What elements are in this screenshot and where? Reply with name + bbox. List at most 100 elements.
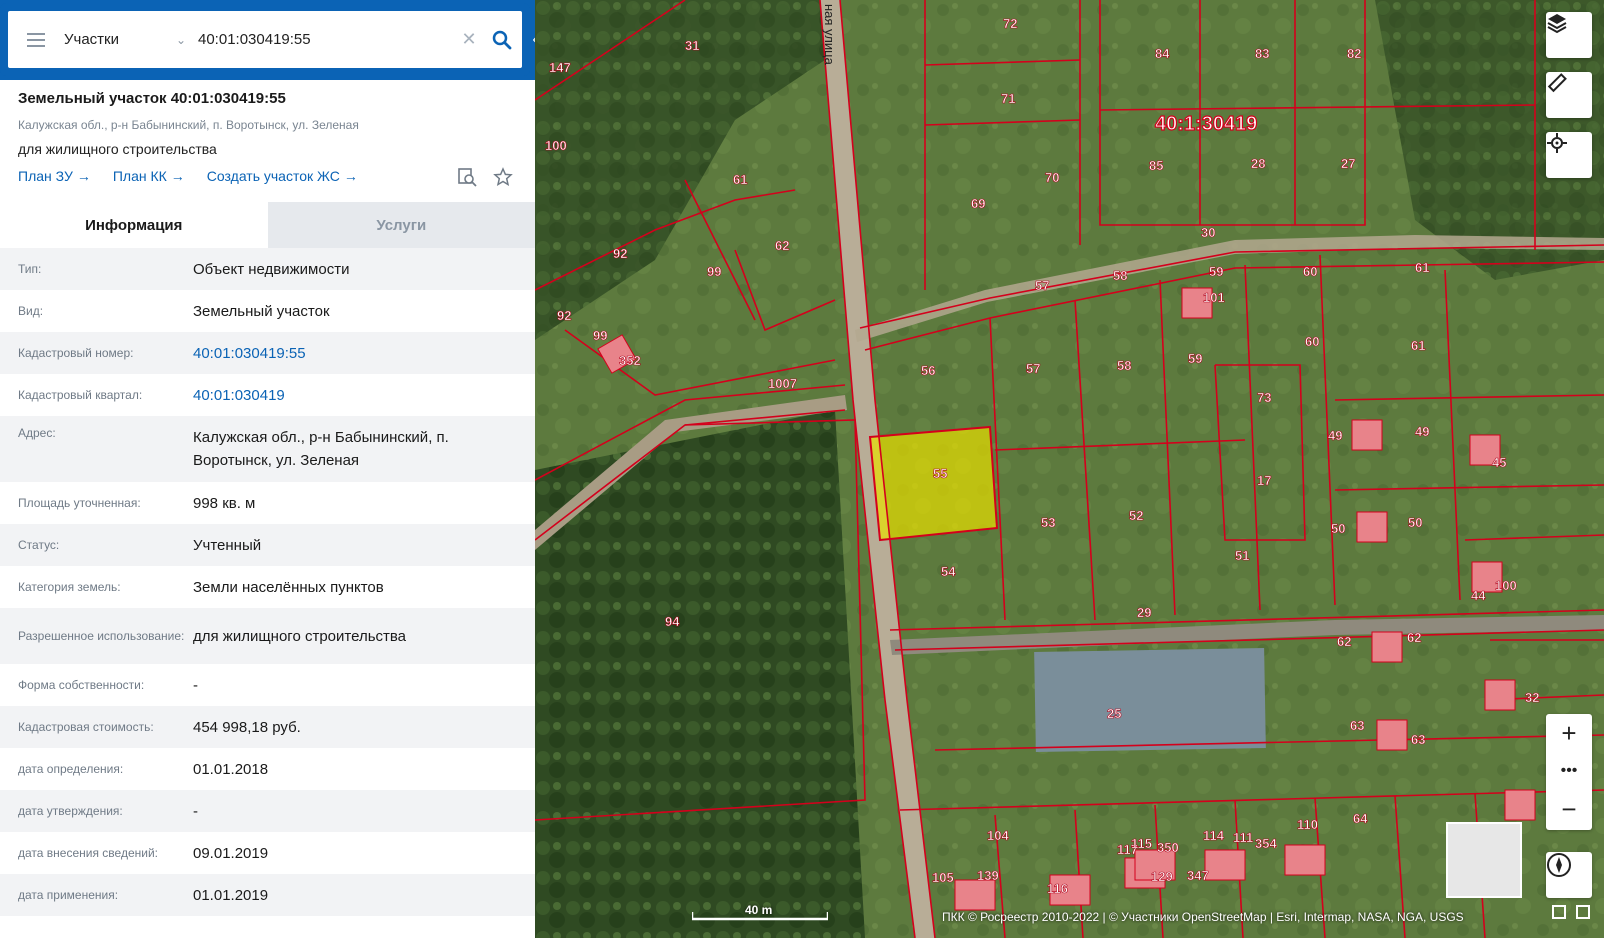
favorite-star-icon[interactable] [493, 167, 513, 187]
parcel-label: 57 [1035, 278, 1049, 293]
bottom-map-icons [1552, 905, 1590, 919]
object-address: Калужская обл., р-н Бабынинский, п. Воро… [18, 118, 359, 132]
parcel-label: 92 [557, 308, 571, 323]
compass-icon [1547, 853, 1571, 877]
object-links: План ЗУ → План КК → Создать участок ЖС → [18, 168, 358, 184]
parcel-label: 27 [1341, 156, 1355, 171]
parcel-label: 69 [971, 196, 985, 211]
parcel-label: 60 [1305, 334, 1319, 349]
minimap[interactable] [1446, 822, 1522, 898]
zoom-to-object-icon[interactable] [457, 167, 477, 187]
cadastral-number-link[interactable]: 40:01:030419:55 [193, 342, 517, 365]
info-row: Кадастровый квартал: 40:01:030419 [0, 374, 535, 416]
scale-label: 40 m [745, 903, 773, 917]
parcel-label: 110 [1297, 817, 1318, 832]
clear-icon[interactable]: ✕ [456, 29, 482, 50]
satellite-map[interactable]: 40:1:30419 ная улица 72 84 83 82 71 70 69 85 28 2… [535, 0, 1604, 938]
parcel-label: 116 [1047, 881, 1068, 896]
more-icon[interactable]: ••• [1546, 752, 1592, 790]
plan-zu-link[interactable]: План ЗУ → [18, 168, 91, 184]
info-row: Форма собственности: - [18, 676, 198, 694]
parcel-label: 129 [1151, 869, 1173, 884]
parcel-label: 147 [549, 60, 571, 75]
parcel-label: 99 [593, 328, 607, 343]
search-icon [492, 30, 512, 49]
layer-select[interactable]: Участки ⌄ [64, 11, 192, 68]
quarter-label: 40:1:30419 [1155, 113, 1257, 135]
parcel-label: 54 [941, 564, 956, 579]
parcel-label: 52 [1129, 508, 1143, 523]
cadastral-quarter-link[interactable]: 40:01:030419 [193, 384, 517, 407]
plan-kk-link[interactable]: План КК → [113, 168, 185, 184]
layer-select-value: Участки [64, 31, 119, 48]
parcel-label: 61 [733, 172, 747, 187]
parcel-label: 51 [1235, 548, 1249, 563]
parcel-label: 53 [1041, 515, 1055, 530]
layers-icon [1547, 14, 1567, 34]
parcel-label: 84 [1155, 46, 1170, 61]
map-view[interactable]: 40:1:30419 ная улица 72 84 83 82 71 70 69 85 28 2… [535, 0, 1604, 938]
parcel-label: 111 [1233, 830, 1253, 845]
parcel-label: 61 [1415, 260, 1429, 275]
parcel-label: 72 [1003, 16, 1017, 31]
parcel-label: 59 [1188, 351, 1202, 366]
parcel-label: 105 [932, 870, 954, 885]
hamburger-icon [27, 38, 45, 41]
parcel-label: 59 [1209, 264, 1223, 279]
info-row: Категория земель: Земли населённых пункто… [18, 578, 384, 596]
info-row: Кадастровый номер: 40:01:030419:55 [0, 332, 535, 374]
parcel-label: 60 [1303, 264, 1317, 279]
parcel-label: 139 [977, 868, 999, 883]
info-row: Тип: Объект недвижимости [0, 248, 535, 290]
parcel-label: 92 [613, 246, 627, 261]
parcel-label: 62 [1337, 634, 1351, 649]
collapse-panel-button[interactable]: ‹ [527, 26, 535, 54]
search-input[interactable] [192, 11, 456, 68]
info-table: Тип: Объект недвижимости Вид: Земельный уч… [0, 248, 535, 916]
parcel-label: 114 [1203, 828, 1225, 843]
parcel-label: 50 [1408, 515, 1422, 530]
layers-button[interactable] [1546, 12, 1592, 58]
measure-button[interactable] [1546, 72, 1592, 118]
fullscreen-icon[interactable] [1576, 905, 1590, 919]
chevron-down-icon: ⌄ [175, 32, 186, 47]
parcel-label: 64 [1353, 811, 1368, 826]
parcel-label: 25 [1107, 706, 1121, 721]
info-row: Статус: Учтенный [0, 524, 535, 566]
ruler-icon [1547, 73, 1567, 93]
parcel-label: 50 [1331, 521, 1345, 536]
street-label: ная улица [822, 4, 837, 66]
selected-parcel[interactable] [868, 425, 999, 542]
parcel-label: 61 [1411, 338, 1425, 353]
crosshair-icon [1547, 133, 1567, 153]
search-button[interactable] [482, 11, 522, 68]
parcel-label: 57 [1026, 361, 1040, 376]
parcel-label: 104 [987, 828, 1009, 843]
parcel-label: 352 [619, 353, 641, 368]
home-icon[interactable] [1552, 905, 1566, 919]
menu-button[interactable] [8, 11, 64, 68]
zoom-in-button[interactable]: + [1546, 714, 1592, 752]
parcel-label: 85 [1149, 158, 1163, 173]
info-row: дата внесения сведений: 09.01.2019 [18, 844, 269, 862]
create-zs-link[interactable]: Создать участок ЖС → [207, 168, 358, 184]
object-title: Земельный участок 40:01:030419:55 [18, 90, 286, 107]
parcel-label: 63 [1411, 732, 1425, 747]
compass-button[interactable] [1546, 852, 1592, 898]
tab-services[interactable]: Услуги [267, 202, 535, 248]
zoom-out-button[interactable]: − [1546, 790, 1592, 828]
tab-information[interactable]: Информация [0, 202, 268, 248]
parcel-label: 1007 [768, 376, 797, 391]
info-row: Адрес: Калужская обл., р-н Бабынинский, п… [0, 416, 535, 482]
parcel-label: 29 [1137, 605, 1151, 620]
parcel-label: 49 [1415, 424, 1429, 439]
parcel-label: 58 [1117, 358, 1131, 373]
parcel-label: 100 [1495, 578, 1517, 593]
parcel-label: 32 [1525, 690, 1539, 705]
parcel-label: 49 [1328, 428, 1342, 443]
parcel-label: 71 [1001, 91, 1015, 106]
object-purpose: для жилищного строительства [18, 141, 217, 157]
parcel-label: 55 [933, 466, 947, 481]
locate-button[interactable] [1546, 132, 1592, 178]
zoom-controls: + ••• − [1546, 714, 1592, 830]
